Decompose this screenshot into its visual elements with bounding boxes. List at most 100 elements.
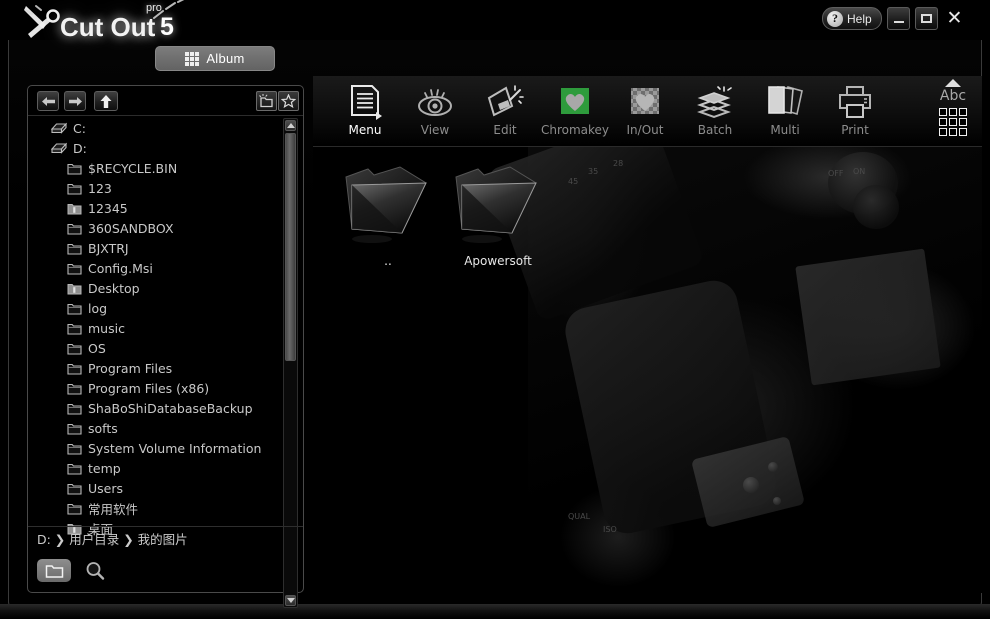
folder-tree-row[interactable]: 12345	[29, 198, 287, 218]
file-browser-toolbar	[28, 86, 303, 116]
folder-tree-label: Program Files (x86)	[88, 380, 210, 396]
folder-icon	[67, 463, 82, 475]
folder-tree-label: 360SANDBOX	[88, 220, 174, 236]
folder-tree-row[interactable]: ShaBoShiDatabaseBackup	[29, 398, 287, 418]
path-text: D: ❯ 用户目录 ❯ 我的图片	[37, 532, 188, 547]
toolbar-item-edit[interactable]: Edit	[465, 82, 545, 144]
toolbar-item-label: Print	[841, 123, 869, 137]
folder-tree-label: ShaBoShiDatabaseBackup	[88, 400, 253, 416]
maximize-button[interactable]	[915, 7, 938, 30]
folder-tree-row[interactable]: 360SANDBOX	[29, 218, 287, 238]
batch-layers-icon	[697, 82, 733, 122]
folder-icon	[338, 155, 438, 250]
toolbar-item-multi[interactable]: Multi	[745, 82, 825, 144]
toolbar-item-chromakey[interactable]: Chromakey	[535, 82, 615, 144]
triangle-down-icon	[286, 598, 295, 603]
minimize-button[interactable]	[887, 7, 910, 30]
folder-tree-label: 常用软件	[88, 501, 139, 517]
transparent-heart-icon	[629, 82, 661, 122]
folder-tree-row[interactable]: softs	[29, 418, 287, 438]
browse-folder-button[interactable]	[37, 559, 71, 582]
search-button[interactable]	[78, 559, 112, 582]
folder-tree-row[interactable]: 123	[29, 178, 287, 198]
folder-tree-label: log	[88, 300, 108, 316]
grid-3x3-icon[interactable]	[939, 108, 967, 136]
folder-thumbnail[interactable]: Apowersoft	[443, 155, 553, 285]
folder-tree-row[interactable]: Config.Msi	[29, 258, 287, 278]
grid-icon	[185, 51, 200, 66]
eye-icon	[415, 82, 455, 122]
folder-tree-row[interactable]: Program Files	[29, 358, 287, 378]
toolbar-item-label: Batch	[697, 123, 733, 137]
abc-sort-label: Abc	[939, 88, 967, 104]
folder-icon	[67, 262, 82, 275]
toolbar-view-options[interactable]: Abc	[928, 76, 978, 147]
toolbar-item-view[interactable]: View	[395, 82, 475, 144]
scroll-up-button[interactable]	[285, 120, 296, 131]
folder-icon	[67, 162, 82, 175]
help-button[interactable]: ? Help	[822, 7, 882, 30]
folder-thumbnail[interactable]: ..	[333, 155, 443, 285]
folder-icon	[67, 183, 82, 195]
file-browser-panel: C: D: $RECYCLE.BIN 123 12345 360SANDBOX BJXTRJ…	[27, 85, 304, 608]
folder-icon	[67, 503, 82, 515]
favorites-button[interactable]	[278, 91, 299, 111]
folder-tree-label: music	[88, 320, 125, 336]
folder-tree-label: temp	[88, 460, 121, 476]
path-breadcrumb: D: ❯ 用户目录 ❯ 我的图片	[28, 526, 303, 550]
toolbar-item-label: Menu	[348, 123, 382, 137]
folder-tree-row[interactable]: D:	[29, 138, 287, 158]
folder-tree-row[interactable]: OS	[29, 338, 287, 358]
close-icon: ✕	[946, 8, 963, 29]
folder-icon	[67, 443, 82, 455]
scrollbar-thumb[interactable]	[285, 133, 296, 361]
toolbar-item-label: Edit	[493, 123, 517, 137]
help-button-label: Help	[847, 11, 872, 26]
album-button[interactable]: Album	[155, 46, 275, 71]
navigate-up-button[interactable]	[94, 91, 118, 111]
folder-tree-label: Users	[88, 480, 124, 496]
folder-tree-label: BJXTRJ	[88, 240, 129, 256]
close-button[interactable]: ✕	[943, 7, 966, 30]
main-toolbar: Menu View Edit Chromakey In/Out Batch Multi Pri…	[313, 76, 982, 147]
file-panel-footer	[28, 550, 303, 592]
toolbar-item-label: Chromakey	[540, 123, 610, 137]
folder-tree-row[interactable]: Program Files (x86)	[29, 378, 287, 398]
folder-tree-row[interactable]: C:	[29, 118, 287, 138]
folder-thumbnail-label: ..	[384, 254, 392, 268]
toolbar-item-menu[interactable]: Menu	[325, 82, 405, 144]
toolbar-item-in-out[interactable]: In/Out	[605, 82, 685, 144]
folder-tree-row[interactable]: Desktop	[29, 278, 287, 298]
new-folder-icon	[259, 94, 273, 108]
question-mark-icon: ?	[827, 10, 843, 27]
toolbar-item-label: Multi	[770, 123, 800, 137]
folder-tree-label: $RECYCLE.BIN	[88, 160, 178, 176]
toolbar-item-batch[interactable]: Batch	[675, 82, 755, 144]
thumbnail-grid[interactable]: .. Apowersoft	[313, 147, 982, 593]
triangle-up-icon	[286, 123, 295, 128]
folder-icon	[67, 303, 82, 315]
folder-tree-row[interactable]: temp	[29, 458, 287, 478]
folder-tree-row[interactable]: System Volume Information	[29, 438, 287, 458]
folder-tree-row[interactable]: music	[29, 318, 287, 338]
folder-icon	[67, 423, 82, 435]
folder-icon	[67, 263, 82, 275]
scroll-down-button[interactable]	[285, 595, 296, 606]
folder-special-icon	[67, 282, 82, 295]
arrow-left-icon	[41, 96, 55, 106]
magic-wand-edit-icon	[486, 82, 524, 122]
folder-tree-row[interactable]: BJXTRJ	[29, 238, 287, 258]
new-folder-button[interactable]	[256, 91, 277, 111]
folder-tree-row[interactable]: log	[29, 298, 287, 318]
navigate-forward-button[interactable]	[64, 91, 86, 111]
folder-tree-row[interactable]: 常用软件	[29, 498, 287, 518]
folder-icon	[67, 223, 82, 235]
folder-tree-row[interactable]: Users	[29, 478, 287, 498]
folder-icon	[67, 163, 82, 175]
folder-icon	[67, 442, 82, 455]
toolbar-item-label: View	[420, 123, 450, 137]
folder-tree-row[interactable]: $RECYCLE.BIN	[29, 158, 287, 178]
content-area[interactable]: 45 35 28 OFF ON QUAL ISO .. Apowersoft	[313, 147, 982, 593]
navigate-back-button[interactable]	[37, 91, 59, 111]
toolbar-item-print[interactable]: Print	[815, 82, 895, 144]
